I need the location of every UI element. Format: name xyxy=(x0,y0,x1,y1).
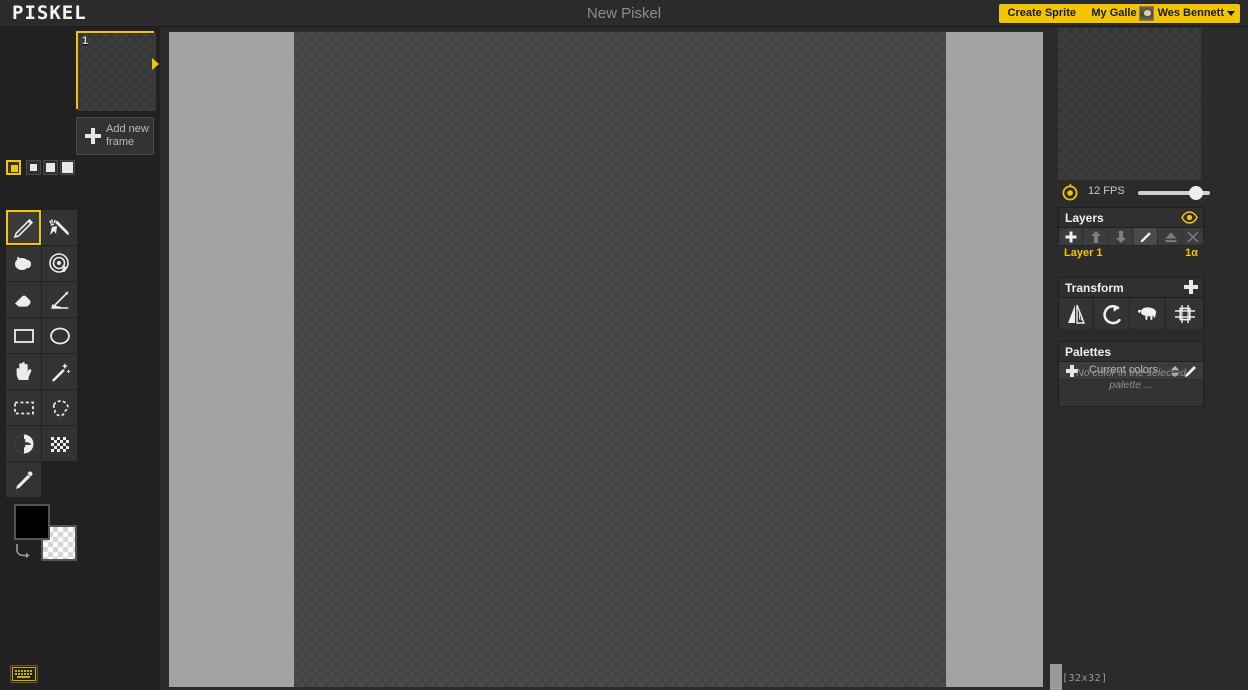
size-option-xs[interactable] xyxy=(6,160,21,175)
flip-horizontal-button[interactable] xyxy=(1059,298,1094,329)
frame-transparency-checker xyxy=(78,33,156,111)
add-frame-label-line1: Add new xyxy=(106,123,149,135)
keyboard-shortcuts-button[interactable] xyxy=(10,665,38,683)
eraser-tool[interactable] xyxy=(6,282,41,317)
circle-tool[interactable] xyxy=(42,318,77,353)
magic-wand-tool[interactable] xyxy=(42,354,77,389)
add-frame-label-line2: frame xyxy=(106,136,135,148)
palettes-title: Palettes xyxy=(1065,345,1112,359)
add-layer-button[interactable] xyxy=(1059,228,1083,245)
frames-list: 1 Add new frame xyxy=(0,27,160,160)
frame-number: 1 xyxy=(82,35,89,47)
onion-skin-icon[interactable] xyxy=(1061,183,1079,201)
layer-opacity: 1α xyxy=(1185,247,1198,259)
paint-bucket-tool[interactable] xyxy=(6,246,41,281)
transform-buttons-row xyxy=(1059,298,1203,329)
move-tool[interactable] xyxy=(6,354,41,389)
shape-select-tool[interactable] xyxy=(6,426,41,461)
size-option-s[interactable] xyxy=(26,160,41,175)
paint-all-similar-pixels-tool[interactable] xyxy=(42,246,77,281)
lasso-select-tool[interactable] xyxy=(42,390,77,425)
chevron-down-icon xyxy=(1227,11,1235,16)
move-layer-down-button[interactable] xyxy=(1109,228,1133,245)
preview-transparency-checker xyxy=(1058,28,1201,180)
rotate-button[interactable] xyxy=(1095,298,1130,329)
rename-layer-button[interactable] xyxy=(1134,228,1158,245)
color-picker-tool[interactable] xyxy=(6,462,41,497)
layers-panel: Layers Layer 1 1α xyxy=(1058,207,1204,260)
palette-empty-message: No color in the selected palette ... xyxy=(1076,367,1186,391)
center-button[interactable] xyxy=(1167,298,1202,329)
stroke-tool[interactable] xyxy=(42,282,77,317)
size-option-l[interactable] xyxy=(60,160,75,175)
layer-row[interactable]: Layer 1 1α xyxy=(1059,245,1203,260)
swap-colors-icon[interactable] xyxy=(14,543,34,559)
fps-label: 12 FPS xyxy=(1088,185,1125,197)
expand-transform-icon[interactable] xyxy=(1184,280,1198,294)
rectangle-select-tool[interactable] xyxy=(6,390,41,425)
toggle-layer-visibility-icon[interactable] xyxy=(1181,211,1198,224)
fps-slider[interactable] xyxy=(1138,186,1210,200)
palettes-panel-header: Palettes xyxy=(1059,342,1203,362)
add-frame-label: Add new frame xyxy=(106,123,152,149)
app-header: PISKEL New Piskel Create Sprite My Galle… xyxy=(0,0,1248,27)
dithering-tool[interactable] xyxy=(42,426,77,461)
canvas-scroll-nub[interactable] xyxy=(1050,664,1062,690)
drawing-canvas[interactable] xyxy=(294,32,946,687)
size-option-m[interactable] xyxy=(43,160,58,175)
preview-size-selector xyxy=(6,160,156,182)
layers-title: Layers xyxy=(1065,211,1104,225)
rectangle-tool[interactable] xyxy=(6,318,41,353)
color-selectors xyxy=(12,501,92,561)
primary-color-swatch[interactable] xyxy=(14,504,50,540)
left-sidebar: 1 Add new frame xyxy=(0,27,160,690)
move-layer-up-button[interactable] xyxy=(1084,228,1108,245)
user-menu-button[interactable]: Wes Bennett xyxy=(1135,4,1240,23)
delete-layer-button[interactable] xyxy=(1181,228,1205,245)
clone-button[interactable] xyxy=(1131,298,1166,329)
animation-preview[interactable] xyxy=(1058,28,1201,180)
right-sidebar: 12 FPS Layers Layer 1 1α Transform Palet… xyxy=(1050,27,1210,690)
transform-title: Transform xyxy=(1065,281,1124,295)
layer-name: Layer 1 xyxy=(1064,247,1103,259)
fps-slider-knob[interactable] xyxy=(1189,186,1203,200)
piskel-app: PISKEL New Piskel Create Sprite My Galle… xyxy=(0,0,1248,690)
frame-thumbnail[interactable]: 1 xyxy=(76,31,156,111)
palettes-panel: Palettes Current colors No color in the … xyxy=(1058,341,1204,407)
tool-palette xyxy=(6,210,80,498)
add-new-frame-button[interactable]: Add new frame xyxy=(76,117,154,155)
canvas-size-readout: [32x32] xyxy=(1062,673,1108,684)
current-frame-marker xyxy=(152,58,159,70)
transform-panel-header: Transform xyxy=(1059,278,1203,298)
vertical-mirror-pen-tool[interactable] xyxy=(42,210,77,245)
plus-icon xyxy=(85,128,101,144)
layers-panel-header: Layers xyxy=(1059,208,1203,228)
pen-tool[interactable] xyxy=(6,210,41,245)
layer-buttons-row xyxy=(1059,228,1203,245)
canvas-area xyxy=(160,27,1050,690)
transform-panel: Transform xyxy=(1058,277,1204,329)
avatar xyxy=(1138,6,1154,21)
create-sprite-button[interactable]: Create Sprite xyxy=(998,4,1085,23)
fps-controls: 12 FPS xyxy=(1058,181,1210,203)
merge-layer-down-button[interactable] xyxy=(1159,228,1183,245)
canvas-background xyxy=(169,32,1043,687)
user-name-label: Wes Bennett xyxy=(1157,7,1224,19)
